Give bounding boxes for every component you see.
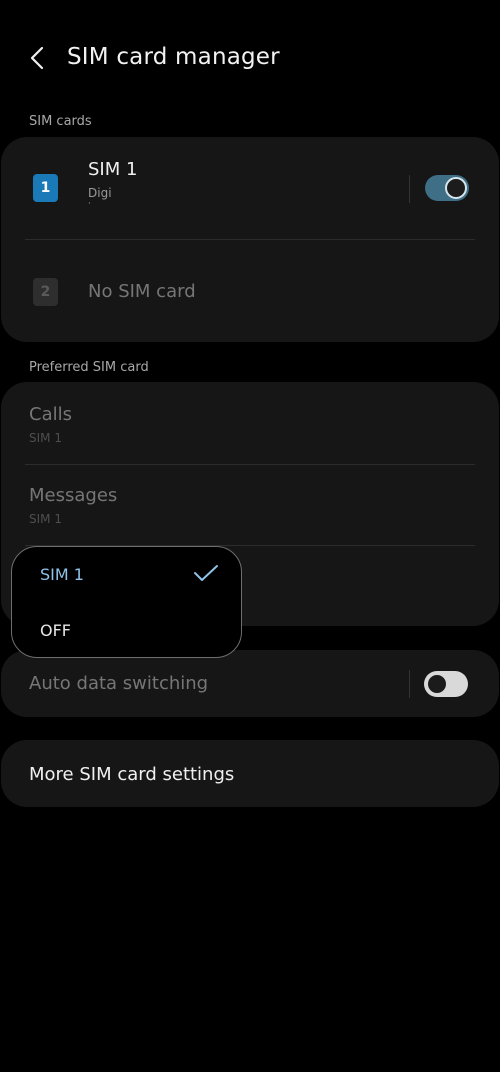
row-separator (409, 175, 410, 203)
popup-option-sim-1[interactable]: SIM 1 (40, 565, 84, 584)
sim-1-row[interactable]: 1 SIM 1 Digi · (1, 137, 499, 240)
messages-label: Messages (29, 485, 118, 506)
auto-data-switching-label: Auto data switching (29, 673, 209, 694)
sim-1-carrier: Digi (88, 186, 112, 200)
toggle-knob (445, 177, 467, 199)
auto-data-switching-card: Auto data switching (1, 650, 499, 717)
popup-option-off[interactable]: OFF (40, 621, 71, 640)
row-separator (409, 670, 410, 698)
preferred-sim-popup-menu: SIM 1 OFF (11, 546, 242, 658)
calls-label: Calls (29, 404, 72, 425)
messages-row[interactable]: Messages SIM 1 (1, 465, 499, 545)
sim-1-icon: 1 (33, 174, 58, 202)
back-icon[interactable] (22, 42, 54, 74)
sim-2-icon: 2 (33, 278, 58, 306)
page-title: SIM card manager (67, 44, 280, 70)
sim-1-toggle[interactable] (425, 175, 469, 201)
check-icon (192, 563, 220, 583)
more-settings-card: More SIM card settings (1, 740, 499, 807)
sim-2-name: No SIM card (88, 281, 196, 302)
header-bar: SIM card manager (0, 30, 500, 90)
section-label-preferred: Preferred SIM card (29, 360, 149, 375)
auto-data-switching-toggle[interactable] (424, 671, 468, 697)
sim-2-row: 2 No SIM card (1, 240, 499, 342)
calls-value: SIM 1 (29, 431, 62, 445)
more-sim-card-settings-label: More SIM card settings (29, 764, 235, 785)
messages-value: SIM 1 (29, 512, 62, 526)
calls-row[interactable]: Calls SIM 1 (1, 382, 499, 464)
sim-1-name: SIM 1 (88, 159, 138, 180)
sim-1-carrier-sub: · (88, 199, 91, 209)
toggle-knob (426, 673, 448, 695)
section-label-sim-cards: SIM cards (29, 114, 92, 129)
auto-data-switching-row[interactable]: Auto data switching (1, 650, 499, 717)
more-sim-card-settings-row[interactable]: More SIM card settings (1, 740, 499, 807)
sim-cards-card: 1 SIM 1 Digi · 2 No SIM card (1, 137, 499, 342)
